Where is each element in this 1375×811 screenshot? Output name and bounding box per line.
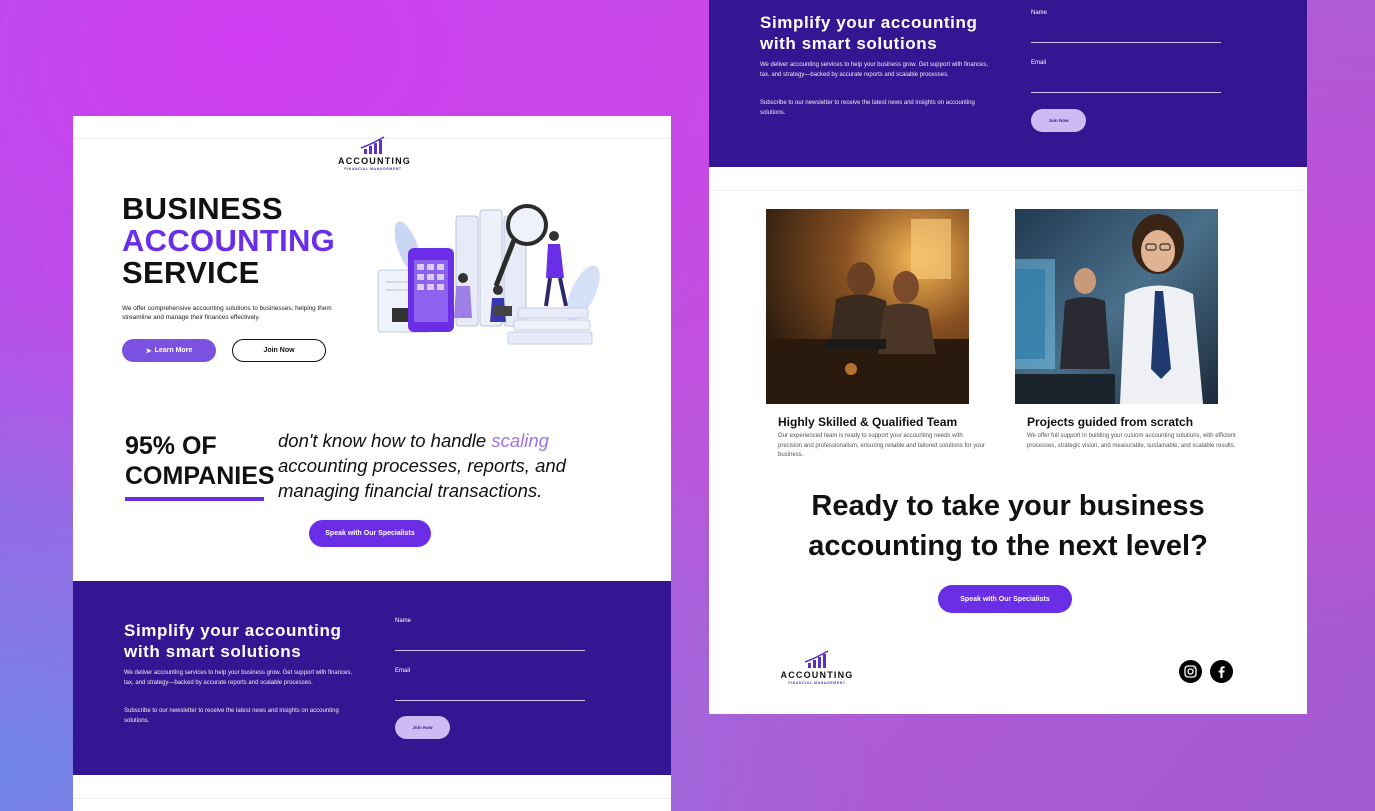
instagram-icon[interactable] <box>1179 660 1202 683</box>
email-label: Email <box>1031 60 1047 66</box>
stat-statement: don't know how to handle scaling account… <box>278 428 578 503</box>
feature-title-team: Highly Skilled & Qualified Team <box>778 415 958 429</box>
facebook-icon[interactable] <box>1210 660 1233 683</box>
feature-title-projects: Projects guided from scratch <box>1027 415 1194 429</box>
stat-headline-line2: COMPANIES <box>125 462 275 490</box>
landing-page-mockup-left: ACCOUNTING FINANCIAL MANAGEMENT BUSINESS… <box>73 116 671 811</box>
stat-underline <box>125 497 264 501</box>
cta-heading: Ready to take your business accounting t… <box>709 486 1307 566</box>
feature-description-projects: We offer full support in building your c… <box>1027 433 1236 449</box>
stat-text-start: don't know how to handle <box>278 430 492 451</box>
hero-description: We offer comprehensive accounting soluti… <box>122 305 332 321</box>
hero-title-line1: BUSINESS <box>122 191 283 226</box>
accounting-illustration <box>377 204 600 345</box>
stat-headline-line1: 95% OF <box>125 432 217 460</box>
speak-specialists-button[interactable]: Speak with Our Specialists <box>309 520 431 547</box>
stat-text-end: accounting processes, reports, and manag… <box>278 455 566 501</box>
cta-heading-line2: accounting to the next level? <box>808 530 1208 562</box>
learn-more-button[interactable]: ➤ Learn More <box>122 339 216 362</box>
join-now-submit-button[interactable]: Join Now <box>1031 109 1086 132</box>
newsletter-description: We deliver accounting services to help y… <box>760 62 989 78</box>
logo-subtitle: FINANCIAL MANAGEMENT <box>344 167 402 171</box>
logo-subtitle: FINANCIAL MANAGEMENT <box>788 681 846 685</box>
divider <box>709 190 1307 191</box>
divider <box>73 798 671 799</box>
landing-page-mockup-right: Simplify your accounting with smart solu… <box>709 0 1307 714</box>
newsletter-section: Simplify your accounting with smart solu… <box>709 0 1307 167</box>
hero-title: BUSINESS ACCOUNTING SERVICE <box>122 193 335 289</box>
email-input[interactable] <box>1031 92 1221 93</box>
logo-word: ACCOUNTING <box>338 156 411 166</box>
name-label: Name <box>1031 10 1048 16</box>
email-label: Email <box>395 668 411 674</box>
newsletter-title: Simplify your accounting with smart solu… <box>124 621 342 661</box>
newsletter-title: Simplify your accounting with smart solu… <box>760 13 978 53</box>
newsletter-description: We deliver accounting services to help y… <box>124 670 353 686</box>
hero-title-line3: SERVICE <box>122 255 260 290</box>
speak-specialists-button[interactable]: Speak with Our Specialists <box>938 585 1072 613</box>
cta-heading-line1: Ready to take your business <box>811 490 1205 522</box>
email-input[interactable] <box>395 700 585 701</box>
newsletter-subscribe-text: Subscribe to our newsletter to receive t… <box>760 100 975 116</box>
learn-more-label: Learn More <box>154 347 193 354</box>
newsletter-subscribe-text: Subscribe to our newsletter to receive t… <box>124 708 339 724</box>
newsletter-section: Simplify your accounting with smart solu… <box>73 581 671 775</box>
hero-title-line2: ACCOUNTING <box>122 223 336 258</box>
feature-description-team: Our experienced team is ready to support… <box>778 433 985 458</box>
logo-bars-icon <box>338 136 408 154</box>
stat-text-accent: scaling <box>491 430 549 451</box>
name-input[interactable] <box>1031 42 1221 43</box>
join-now-submit-button[interactable]: Join Now <box>395 716 450 739</box>
logo-bars-icon <box>777 650 857 668</box>
join-now-button[interactable]: Join Now <box>232 339 326 362</box>
header-logo[interactable]: ACCOUNTING FINANCIAL MANAGEMENT <box>338 136 411 171</box>
logo-word: ACCOUNTING <box>780 670 854 680</box>
projects-photo <box>1015 209 1218 404</box>
send-arrow-icon: ➤ <box>145 347 152 355</box>
stat-headline: 95% OF COMPANIES <box>125 431 275 491</box>
name-label: Name <box>395 618 412 624</box>
name-input[interactable] <box>395 650 585 651</box>
team-photo <box>766 209 969 404</box>
footer-logo[interactable]: ACCOUNTING FINANCIAL MANAGEMENT <box>777 650 857 685</box>
